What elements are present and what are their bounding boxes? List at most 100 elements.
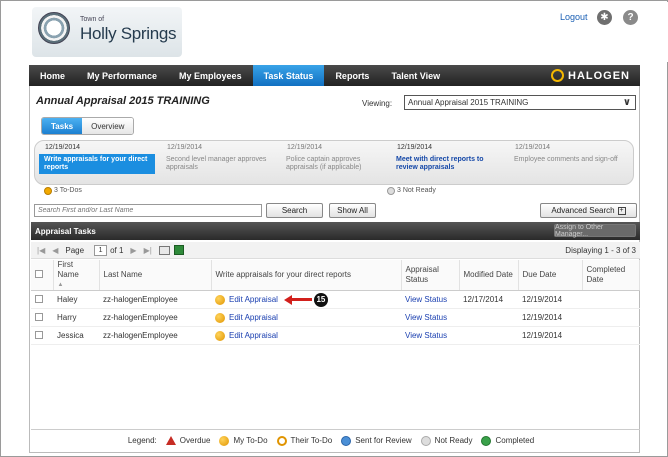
my-todo-icon	[215, 330, 225, 341]
page-number-input[interactable]: 1	[94, 244, 108, 256]
action-cell: Edit Appraisal 15	[211, 290, 401, 309]
step-date: 12/19/2014	[45, 144, 81, 151]
edit-appraisal-link[interactable]: Edit Appraisal	[229, 313, 278, 322]
view-tabs: Tasks Overview	[41, 117, 135, 135]
todos-count[interactable]: 3 To-Dos	[54, 187, 82, 194]
advanced-search-label: Advanced Search	[551, 206, 615, 215]
viewing-select[interactable]: Annual Appraisal 2015 TRAINING ∨	[404, 95, 636, 110]
last-page-icon[interactable]: ▶|	[144, 246, 152, 255]
modified-date-cell	[459, 326, 518, 345]
col-due-date[interactable]: Due Date	[518, 260, 583, 291]
help-icon[interactable]: ?	[623, 10, 638, 25]
nav-task-status[interactable]: Task Status	[252, 65, 325, 86]
due-date-cell: 12/19/2014	[518, 308, 582, 327]
nav-my-performance[interactable]: My Performance	[76, 65, 168, 86]
step-date: 12/19/2014	[397, 144, 433, 151]
due-date-cell: 12/19/2014	[518, 326, 582, 345]
page-title: Annual Appraisal 2015 TRAINING	[36, 95, 210, 107]
town-name: Holly Springs	[80, 24, 177, 43]
page-label: Page	[65, 245, 85, 255]
step-label: Second level manager approves appraisals	[166, 156, 267, 171]
nav-my-employees[interactable]: My Employees	[168, 65, 253, 86]
col-write-appraisals[interactable]: Write appraisals for your direct reports	[211, 260, 402, 291]
view-status-link[interactable]: View Status	[405, 313, 447, 322]
prev-page-icon[interactable]: ◀	[52, 246, 58, 255]
legend-not-ready: Not Ready	[420, 435, 473, 446]
not-ready-count[interactable]: 3 Not Ready	[397, 187, 436, 194]
table-row: Harry zz-halogenEmployee Edit Appraisal …	[31, 308, 640, 327]
last-name-cell: zz-halogenEmployee	[99, 326, 211, 345]
legend-not-ready-label: Not Ready	[434, 436, 473, 445]
edit-appraisal-wrap: Edit Appraisal	[215, 330, 397, 341]
appraisal-tasks-table: First Name ▲ Last Name Write appraisals f…	[31, 260, 640, 345]
not-ready-icon	[387, 187, 395, 195]
search-button[interactable]: Search	[266, 203, 323, 218]
due-date-cell: 12/19/2014	[518, 290, 582, 309]
next-page-icon[interactable]: ▶	[130, 246, 136, 255]
halogen-logo: HALOGEN	[551, 69, 630, 82]
action-cell: Edit Appraisal	[211, 326, 401, 345]
view-status-link[interactable]: View Status	[405, 295, 447, 304]
row-checkbox[interactable]	[35, 330, 43, 339]
viewing-label: Viewing:	[362, 99, 393, 108]
legend-completed: Completed	[481, 435, 534, 446]
legend-overdue-label: Overdue	[179, 436, 211, 445]
legend-overdue: Overdue	[165, 436, 211, 445]
town-logo[interactable]: Town of Holly Springs	[32, 7, 182, 57]
status-cell: View Status	[401, 326, 459, 345]
nav-home[interactable]: Home	[29, 65, 76, 86]
sort-asc-icon: ▲	[57, 282, 64, 288]
not-ready-icon	[420, 435, 431, 446]
step-label: Write appraisals for your direct reports	[39, 154, 155, 174]
nav-talent-view[interactable]: Talent View	[380, 65, 451, 86]
modified-date-cell: 12/17/2014	[459, 290, 518, 309]
tab-overview[interactable]: Overview	[82, 118, 134, 134]
first-name-cell: Jessica	[53, 326, 99, 345]
nav-reports[interactable]: Reports	[324, 65, 380, 86]
col-last-name[interactable]: Last Name	[99, 260, 212, 291]
col-first-name[interactable]: First Name ▲	[53, 260, 100, 291]
step-date: 12/19/2014	[287, 144, 323, 151]
app-frame: Town of Holly Springs Logout ✱ ? Home My…	[0, 0, 668, 457]
col-first-name-label: First Name	[57, 260, 79, 279]
my-todo-icon	[215, 294, 225, 305]
completed-date-cell	[582, 308, 640, 327]
first-name-cell: Haley	[53, 290, 99, 309]
row-checkbox[interactable]	[35, 294, 43, 303]
main-nav: Home My Performance My Employees Task St…	[29, 65, 640, 86]
page-of-label: of 1	[110, 245, 124, 255]
select-all-checkbox[interactable]	[35, 269, 43, 278]
halogen-ring-icon	[551, 69, 564, 82]
show-all-button[interactable]: Show All	[329, 203, 376, 218]
completed-date-cell	[582, 290, 640, 309]
logout-link[interactable]: Logout	[560, 12, 588, 22]
tab-tasks[interactable]: Tasks	[42, 118, 83, 134]
action-cell: Edit Appraisal	[211, 308, 401, 327]
export-excel-icon[interactable]	[173, 245, 184, 255]
advanced-search-button[interactable]: Advanced Search +	[540, 203, 637, 218]
callout-arrow: 15	[283, 292, 328, 307]
print-icon[interactable]	[158, 245, 170, 255]
edit-appraisal-link[interactable]: Edit Appraisal	[229, 331, 278, 340]
town-seal-icon	[38, 12, 70, 44]
legend-sent-label: Sent for Review	[355, 436, 412, 445]
col-completed-date[interactable]: Completed Date	[582, 260, 640, 291]
row-select-cell	[31, 326, 53, 345]
col-modified-date[interactable]: Modified Date	[459, 260, 519, 291]
chevron-down-icon: ∨	[622, 97, 631, 108]
edit-appraisal-link[interactable]: Edit Appraisal	[229, 295, 278, 304]
search-input[interactable]	[34, 204, 262, 217]
legend-my-todo-label: My To-Do	[233, 436, 268, 445]
view-status-link[interactable]: View Status	[405, 331, 447, 340]
my-todo-icon	[219, 435, 230, 446]
step-label: Employee comments and sign-off	[514, 156, 618, 163]
col-appraisal-status[interactable]: Appraisal Status	[401, 260, 460, 291]
legend-sent-for-review: Sent for Review	[341, 435, 412, 446]
gear-icon[interactable]: ✱	[597, 10, 612, 25]
last-name-cell: zz-halogenEmployee	[99, 290, 211, 309]
assign-to-other-manager-button[interactable]: Assign to Other Manager...	[554, 224, 636, 238]
row-checkbox[interactable]	[35, 312, 43, 321]
first-page-icon[interactable]: |◀	[37, 246, 45, 255]
step-date: 12/19/2014	[515, 144, 551, 151]
table-row: Haley zz-halogenEmployee Edit Appraisal 1…	[31, 290, 640, 309]
